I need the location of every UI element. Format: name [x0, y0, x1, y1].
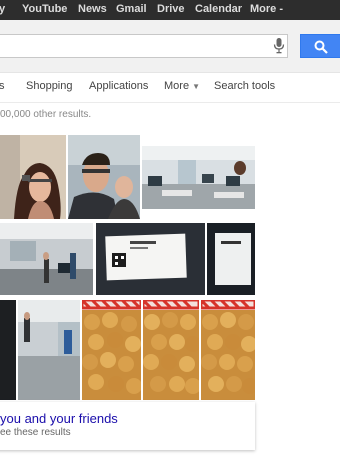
- image-tater-tots-2[interactable]: [143, 300, 199, 400]
- image-open-office[interactable]: [142, 146, 255, 209]
- caret-down-icon: ▼: [192, 82, 200, 91]
- tab-search-tools[interactable]: Search tools: [214, 80, 275, 92]
- tab-shopping[interactable]: Shopping: [26, 80, 73, 92]
- tab-more[interactable]: More ▼: [164, 80, 200, 92]
- top-link-drive[interactable]: Drive: [157, 3, 185, 15]
- card-title-link[interactable]: you and your friends: [0, 411, 118, 426]
- tab-partial[interactable]: s: [0, 80, 5, 92]
- top-link-calendar[interactable]: Calendar: [195, 3, 242, 15]
- top-link-partial[interactable]: y: [0, 3, 5, 15]
- search-nav: s Shopping Applications More ▼ Search too…: [0, 72, 340, 103]
- top-bar: y YouTube News Gmail Drive Calendar More…: [0, 0, 340, 20]
- image-tater-tots-3[interactable]: [201, 300, 255, 400]
- image-office-corridor[interactable]: [18, 300, 80, 400]
- image-two-men-selfie[interactable]: [68, 135, 140, 219]
- magnifier-icon: [314, 40, 328, 54]
- search-button[interactable]: [300, 34, 340, 58]
- image-business-card[interactable]: [96, 223, 205, 295]
- image-card-on-table[interactable]: [207, 223, 255, 295]
- image-office-hallway[interactable]: [0, 223, 93, 295]
- image-selfie-with-glasses[interactable]: [0, 135, 66, 219]
- card-subtitle: ee these results: [0, 427, 71, 438]
- search-header: [0, 20, 340, 73]
- result-stats: 00,000 other results.: [0, 109, 92, 120]
- top-link-news[interactable]: News: [78, 3, 107, 15]
- image-tater-tots-1[interactable]: [82, 300, 141, 400]
- microphone-icon[interactable]: [273, 38, 285, 54]
- top-link-gmail[interactable]: Gmail: [116, 3, 147, 15]
- top-link-youtube[interactable]: YouTube: [22, 3, 67, 15]
- friends-results-card[interactable]: you and your friends ee these results: [0, 402, 255, 450]
- top-link-more[interactable]: More -: [250, 3, 283, 15]
- search-input[interactable]: [0, 34, 288, 58]
- tab-applications[interactable]: Applications: [89, 80, 148, 92]
- tab-more-label: More: [164, 80, 190, 92]
- image-dark-edge[interactable]: [0, 300, 16, 400]
